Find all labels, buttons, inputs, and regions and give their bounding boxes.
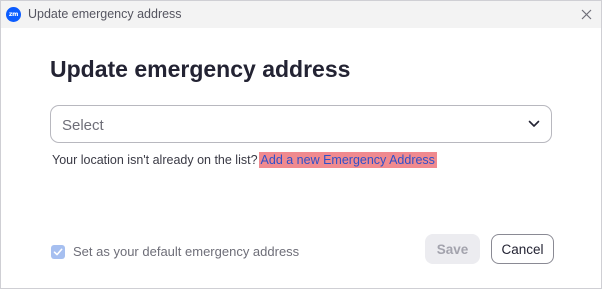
chevron-down-icon <box>528 120 540 127</box>
hint-row: Your location isn't already on the list?… <box>52 150 437 169</box>
title-bar: zm Update emergency address <box>1 1 601 28</box>
cancel-button[interactable]: Cancel <box>491 234 554 264</box>
select-placeholder: Select <box>62 117 104 134</box>
default-address-checkbox[interactable] <box>51 244 65 259</box>
hint-text: Your location isn't already on the list? <box>52 152 258 167</box>
app-icon-text: zm <box>8 11 19 18</box>
close-icon <box>581 9 591 19</box>
emergency-address-select[interactable]: Select <box>50 105 552 143</box>
window-title: Update emergency address <box>28 7 182 21</box>
default-address-label: Set as your default emergency address <box>73 244 300 259</box>
dialog-window: zm Update emergency address Update emerg… <box>0 0 602 289</box>
zoom-logo-icon: zm <box>6 7 21 22</box>
save-button[interactable]: Save <box>425 234 480 264</box>
checkmark-icon <box>53 248 63 255</box>
close-button[interactable] <box>575 4 597 24</box>
default-address-option: Set as your default emergency address <box>51 244 299 259</box>
page-title: Update emergency address <box>50 56 351 82</box>
add-emergency-address-link[interactable]: Add a new Emergency Address <box>258 151 437 168</box>
